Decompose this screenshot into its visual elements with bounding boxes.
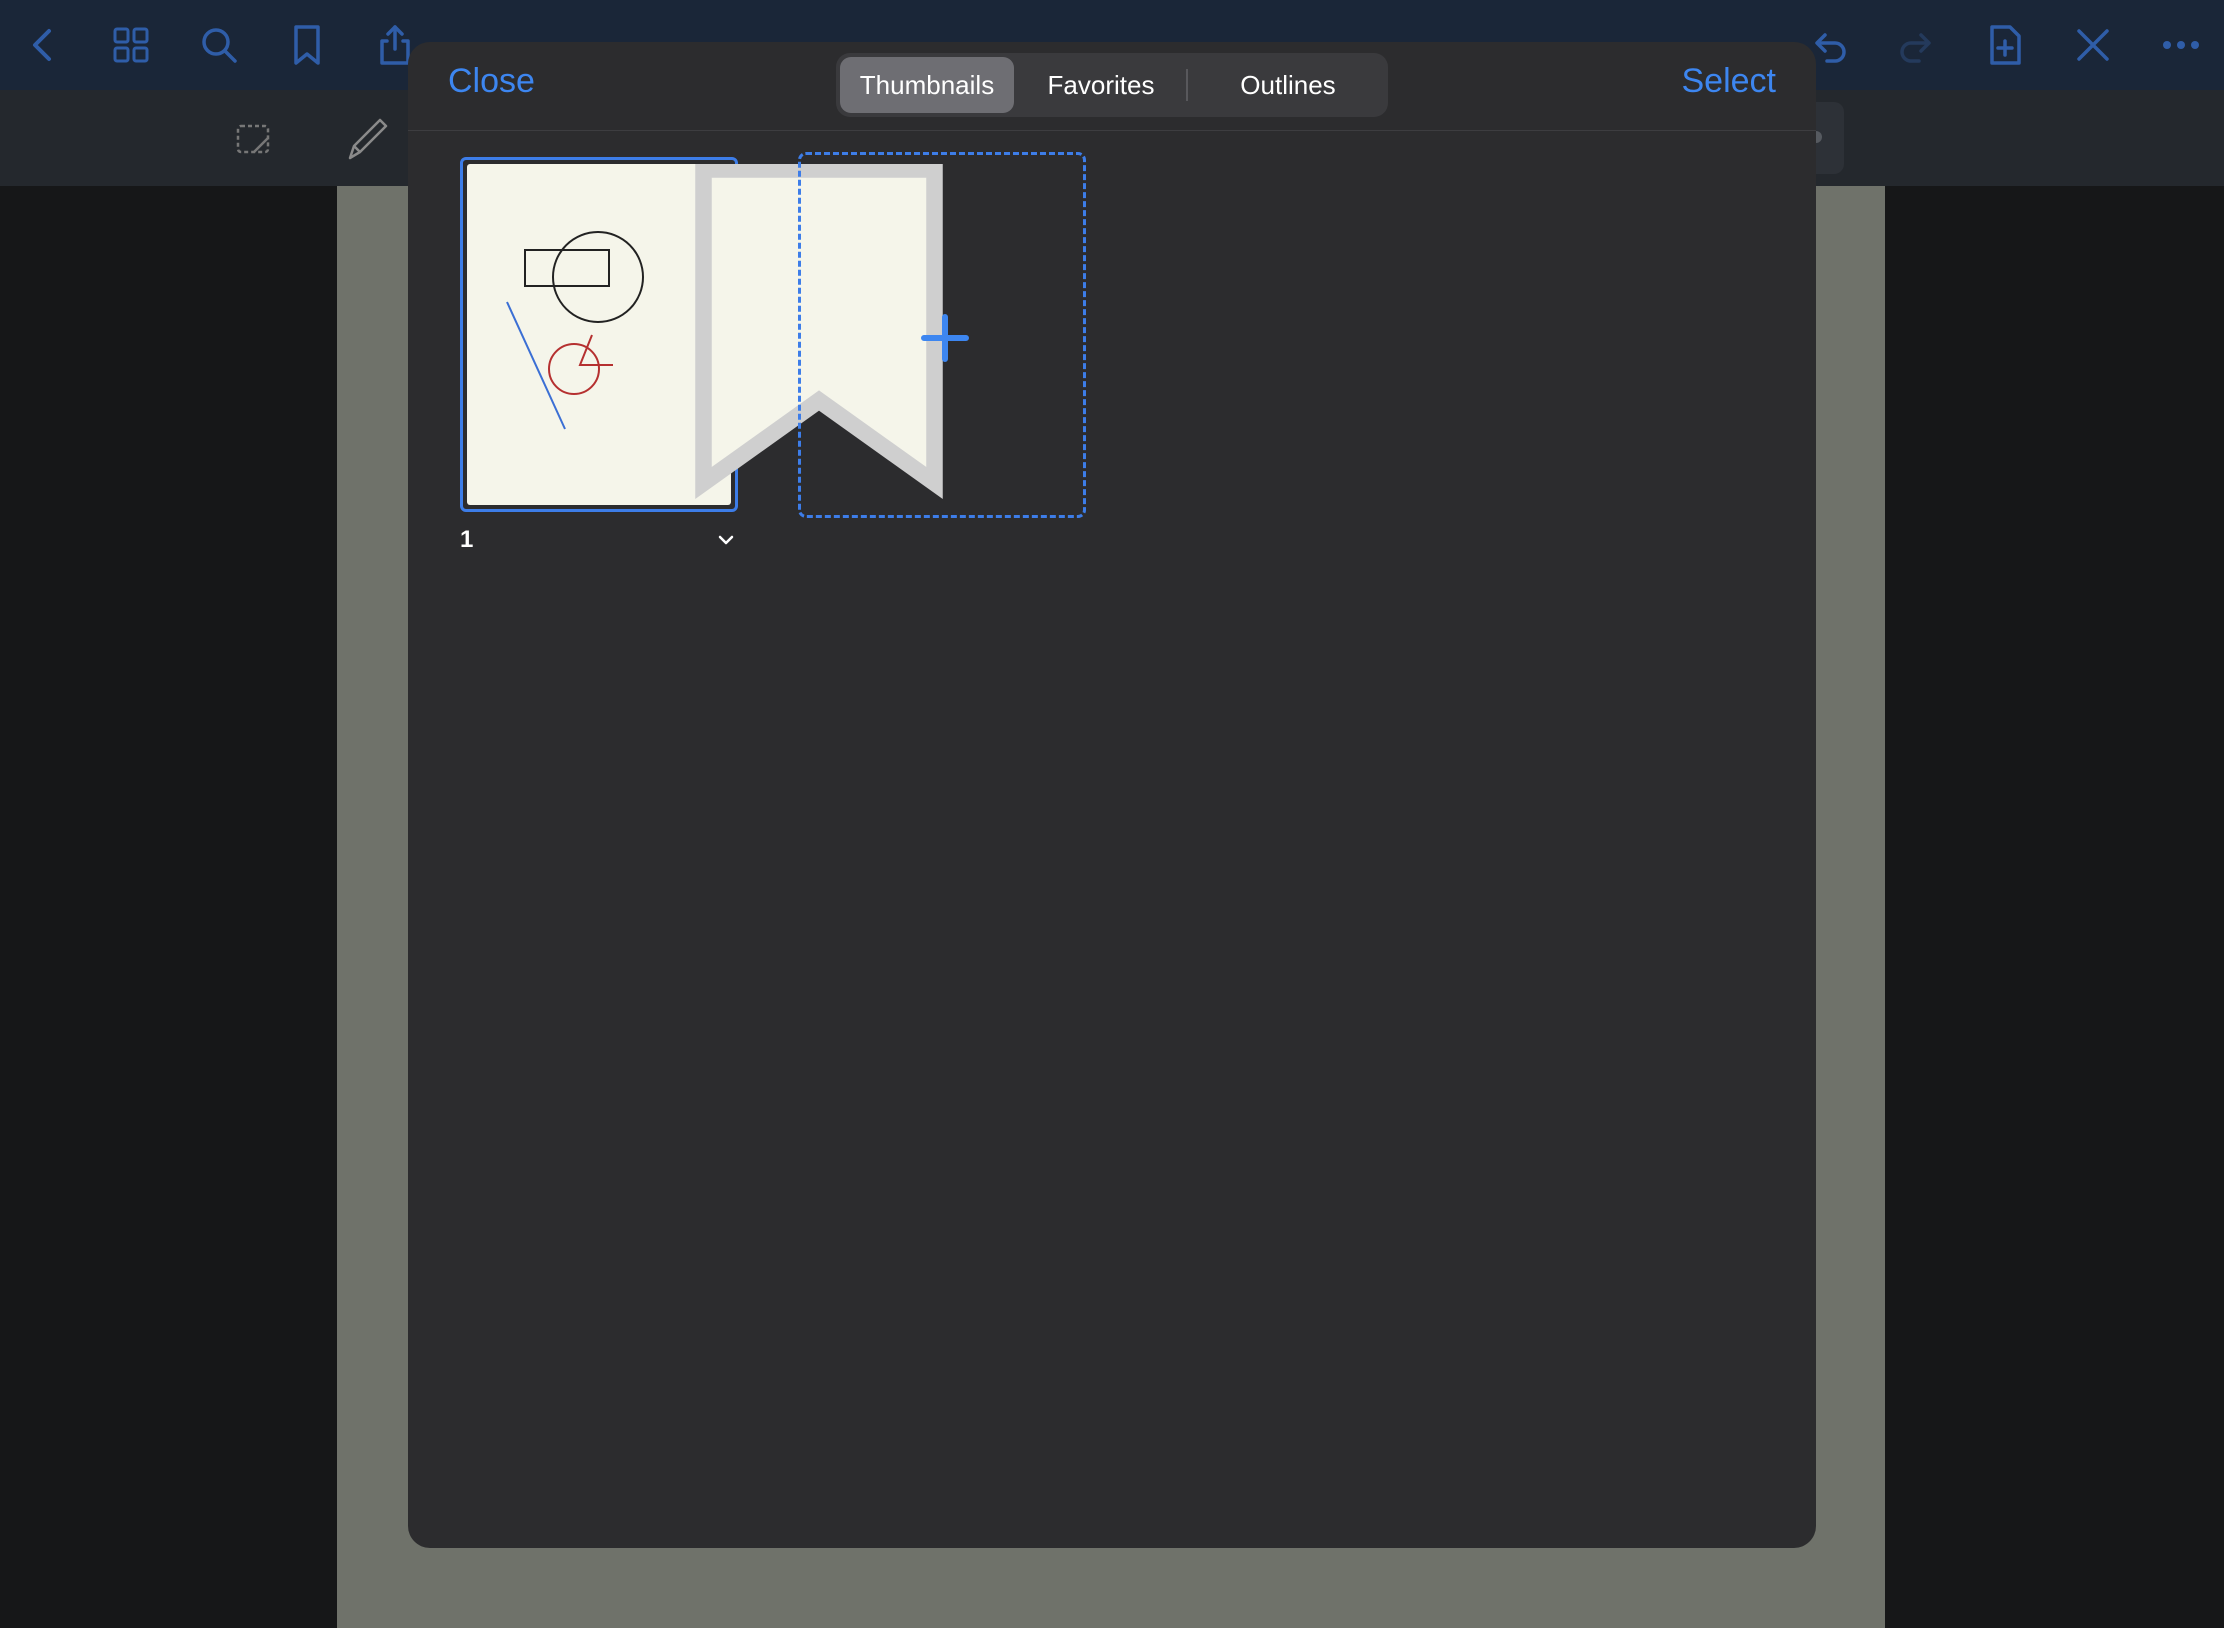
close-button[interactable]: Close bbox=[448, 62, 535, 101]
close-edit-icon[interactable] bbox=[2064, 16, 2122, 74]
bookmark-icon[interactable] bbox=[278, 16, 336, 74]
tab-outlines[interactable]: Outlines bbox=[1198, 57, 1378, 113]
page-navigator-sheet: Close Thumbnails Favorites Outlines Sele… bbox=[408, 42, 1816, 1548]
grid-icon[interactable] bbox=[102, 16, 160, 74]
back-icon[interactable] bbox=[14, 16, 72, 74]
page-thumbnail[interactable] bbox=[460, 157, 943, 512]
pen-icon[interactable] bbox=[338, 112, 394, 168]
view-segmented-control: Thumbnails Favorites Outlines bbox=[836, 53, 1388, 117]
page-number: 1 bbox=[460, 526, 474, 553]
redo-icon[interactable] bbox=[1888, 16, 1946, 74]
bookmark-icon[interactable] bbox=[687, 164, 943, 500]
segment-divider bbox=[1186, 69, 1188, 101]
select-button[interactable]: Select bbox=[1682, 62, 1777, 101]
lasso-icon[interactable] bbox=[226, 112, 282, 168]
search-icon[interactable] bbox=[190, 16, 248, 74]
plus-icon bbox=[921, 314, 969, 362]
tab-favorites[interactable]: Favorites bbox=[1026, 57, 1176, 113]
page-preview bbox=[467, 164, 943, 505]
sheet-header: Close Thumbnails Favorites Outlines Sele… bbox=[408, 42, 1816, 131]
chevron-down-icon[interactable] bbox=[714, 528, 738, 552]
add-page-button[interactable] bbox=[798, 152, 1086, 518]
tab-thumbnails[interactable]: Thumbnails bbox=[840, 57, 1014, 113]
more-icon[interactable] bbox=[2152, 16, 2210, 74]
add-page-icon[interactable] bbox=[1976, 16, 2034, 74]
